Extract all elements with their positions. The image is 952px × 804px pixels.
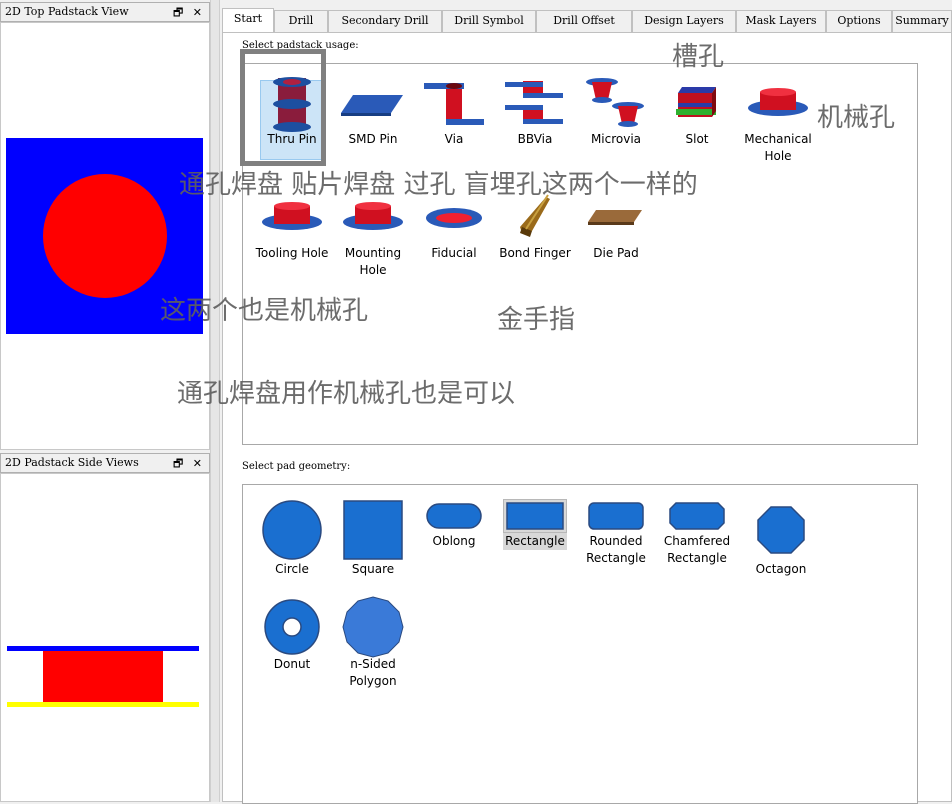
annotation-frame [240, 49, 326, 166]
chamfered-rectangle-icon [657, 499, 737, 533]
microvia-icon [576, 77, 656, 131]
usage-label-bond-finger: Bond Finger [499, 246, 571, 260]
annotation-thru-note: 通孔焊盘用作机械孔也是可以 [177, 379, 516, 409]
side-bottom-pad [7, 702, 199, 707]
rounded-rectangle-icon [576, 499, 656, 533]
rectangle-icon [503, 499, 567, 533]
tab-secondary-drill[interactable]: Secondary Drill [328, 10, 442, 32]
panel-controls[interactable]: 🗗 ✕ [173, 455, 205, 474]
annotation-tooling-note: 这两个也是机械孔 [160, 296, 369, 326]
usage-label-via: Via [444, 132, 464, 146]
start-tab-content: Select padstack usage: Thru Pin SMD Pin … [222, 32, 952, 804]
side-drill [43, 651, 163, 703]
usage-label-bbvia: BBVia [517, 132, 553, 146]
usage-mechanical-hole[interactable]: Mechanical Hole [738, 77, 818, 165]
via-icon [414, 77, 494, 131]
usage-label-tooling-hole: Tooling Hole [255, 246, 329, 260]
geometry-label-oblong: Oblong [432, 534, 476, 548]
tab-mask-layers[interactable]: Mask Layers [736, 10, 826, 32]
tab-drill[interactable]: Drill [274, 10, 328, 32]
top-drill-circle [43, 174, 167, 298]
geometry-oblong[interactable]: Oblong [414, 499, 494, 550]
usage-mounting-hole[interactable]: Mounting Hole [333, 191, 413, 279]
geometry-label-rounded-rectangle: Rounded Rectangle [586, 534, 646, 565]
side-view-canvas[interactable] [0, 473, 210, 802]
geometry-chamfered-rectangle[interactable]: Chamfered Rectangle [657, 499, 737, 567]
geometry-rectangle[interactable]: Rectangle [495, 499, 575, 550]
side-view-title-bar: 2D Padstack Side Views 🗗 ✕ [0, 453, 210, 473]
geometry-label-rectangle: Rectangle [503, 533, 567, 550]
tab-drill-offset[interactable]: Drill Offset [536, 10, 632, 32]
geometry-label-chamfered-rectangle: Chamfered Rectangle [663, 534, 731, 565]
tab-drill-symbol[interactable]: Drill Symbol [442, 10, 536, 32]
side-top-pad [7, 646, 199, 651]
slot-icon [657, 77, 737, 131]
geometry-label-square: Square [351, 562, 395, 576]
tab-bar: Start Drill Secondary Drill Drill Symbol… [222, 8, 952, 33]
tab-start[interactable]: Start [222, 8, 274, 33]
tab-options[interactable]: Options [826, 10, 892, 32]
n-sided-polygon-icon [333, 596, 413, 658]
mechanical-hole-icon [738, 77, 818, 131]
usage-label-die-pad: Die Pad [593, 246, 639, 260]
usage-label-mechanical-hole: Mechanical Hole [744, 132, 812, 163]
panel-controls[interactable]: 🗗 ✕ [173, 4, 205, 23]
geometry-square[interactable]: Square [333, 499, 413, 578]
geometry-label-octagon: Octagon [755, 562, 807, 576]
geometry-label: Select pad geometry: [240, 461, 353, 472]
top-view-title-bar: 2D Top Padstack View 🗗 ✕ [0, 2, 210, 22]
usage-label-slot: Slot [685, 132, 709, 146]
usage-microvia[interactable]: Microvia [576, 77, 656, 148]
smd-pin-icon [333, 77, 413, 131]
side-view-title: 2D Padstack Side Views [5, 456, 139, 469]
usage-slot[interactable]: Slot [657, 77, 737, 148]
geometry-label-n-sided-polygon: n-Sided Polygon [349, 657, 397, 688]
usage-bond-finger[interactable]: Bond Finger [495, 191, 575, 262]
bbvia-icon [495, 77, 575, 131]
top-view-title: 2D Top Padstack View [5, 5, 129, 18]
usage-tooling-hole[interactable]: Tooling Hole [252, 191, 332, 262]
usage-label-microvia: Microvia [590, 132, 642, 146]
geometry-label-donut: Donut [273, 657, 311, 671]
octagon-icon [741, 499, 821, 561]
usage-fiducial[interactable]: Fiducial [414, 191, 494, 262]
usage-label-mounting-hole: Mounting Hole [344, 246, 402, 277]
geometry-circle[interactable]: Circle [252, 499, 332, 578]
usage-label-fiducial: Fiducial [431, 246, 477, 260]
tab-summary[interactable]: Summary [892, 10, 952, 32]
geometry-n-sided-polygon[interactable]: n-Sided Polygon [333, 596, 413, 690]
geometry-rounded-rectangle[interactable]: Rounded Rectangle [576, 499, 656, 567]
annotation-mechanical-hole: 机械孔 [817, 103, 896, 133]
usage-die-pad[interactable]: Die Pad [576, 191, 656, 262]
geometry-label-circle: Circle [275, 562, 309, 576]
usage-via[interactable]: Via [414, 77, 494, 148]
side-view-drawing [7, 646, 199, 707]
tab-design-layers[interactable]: Design Layers [632, 10, 736, 32]
annotation-via-note: 通孔焊盘 贴片焊盘 过孔 盲埋孔这两个一样的 [179, 170, 698, 200]
usage-bbvia[interactable]: BBVia [495, 77, 575, 148]
annotation-bond-note: 金手指 [497, 305, 576, 335]
usage-smd-pin[interactable]: SMD Pin [333, 77, 413, 148]
oblong-icon [414, 499, 494, 533]
usage-label-smd-pin: SMD Pin [348, 132, 398, 146]
donut-icon [252, 598, 332, 656]
geometry-donut[interactable]: Donut [252, 598, 332, 673]
geometry-octagon[interactable]: Octagon [741, 499, 821, 578]
circle-icon [252, 499, 332, 561]
annotation-slot: 槽孔 [672, 42, 725, 72]
square-icon [333, 499, 413, 561]
